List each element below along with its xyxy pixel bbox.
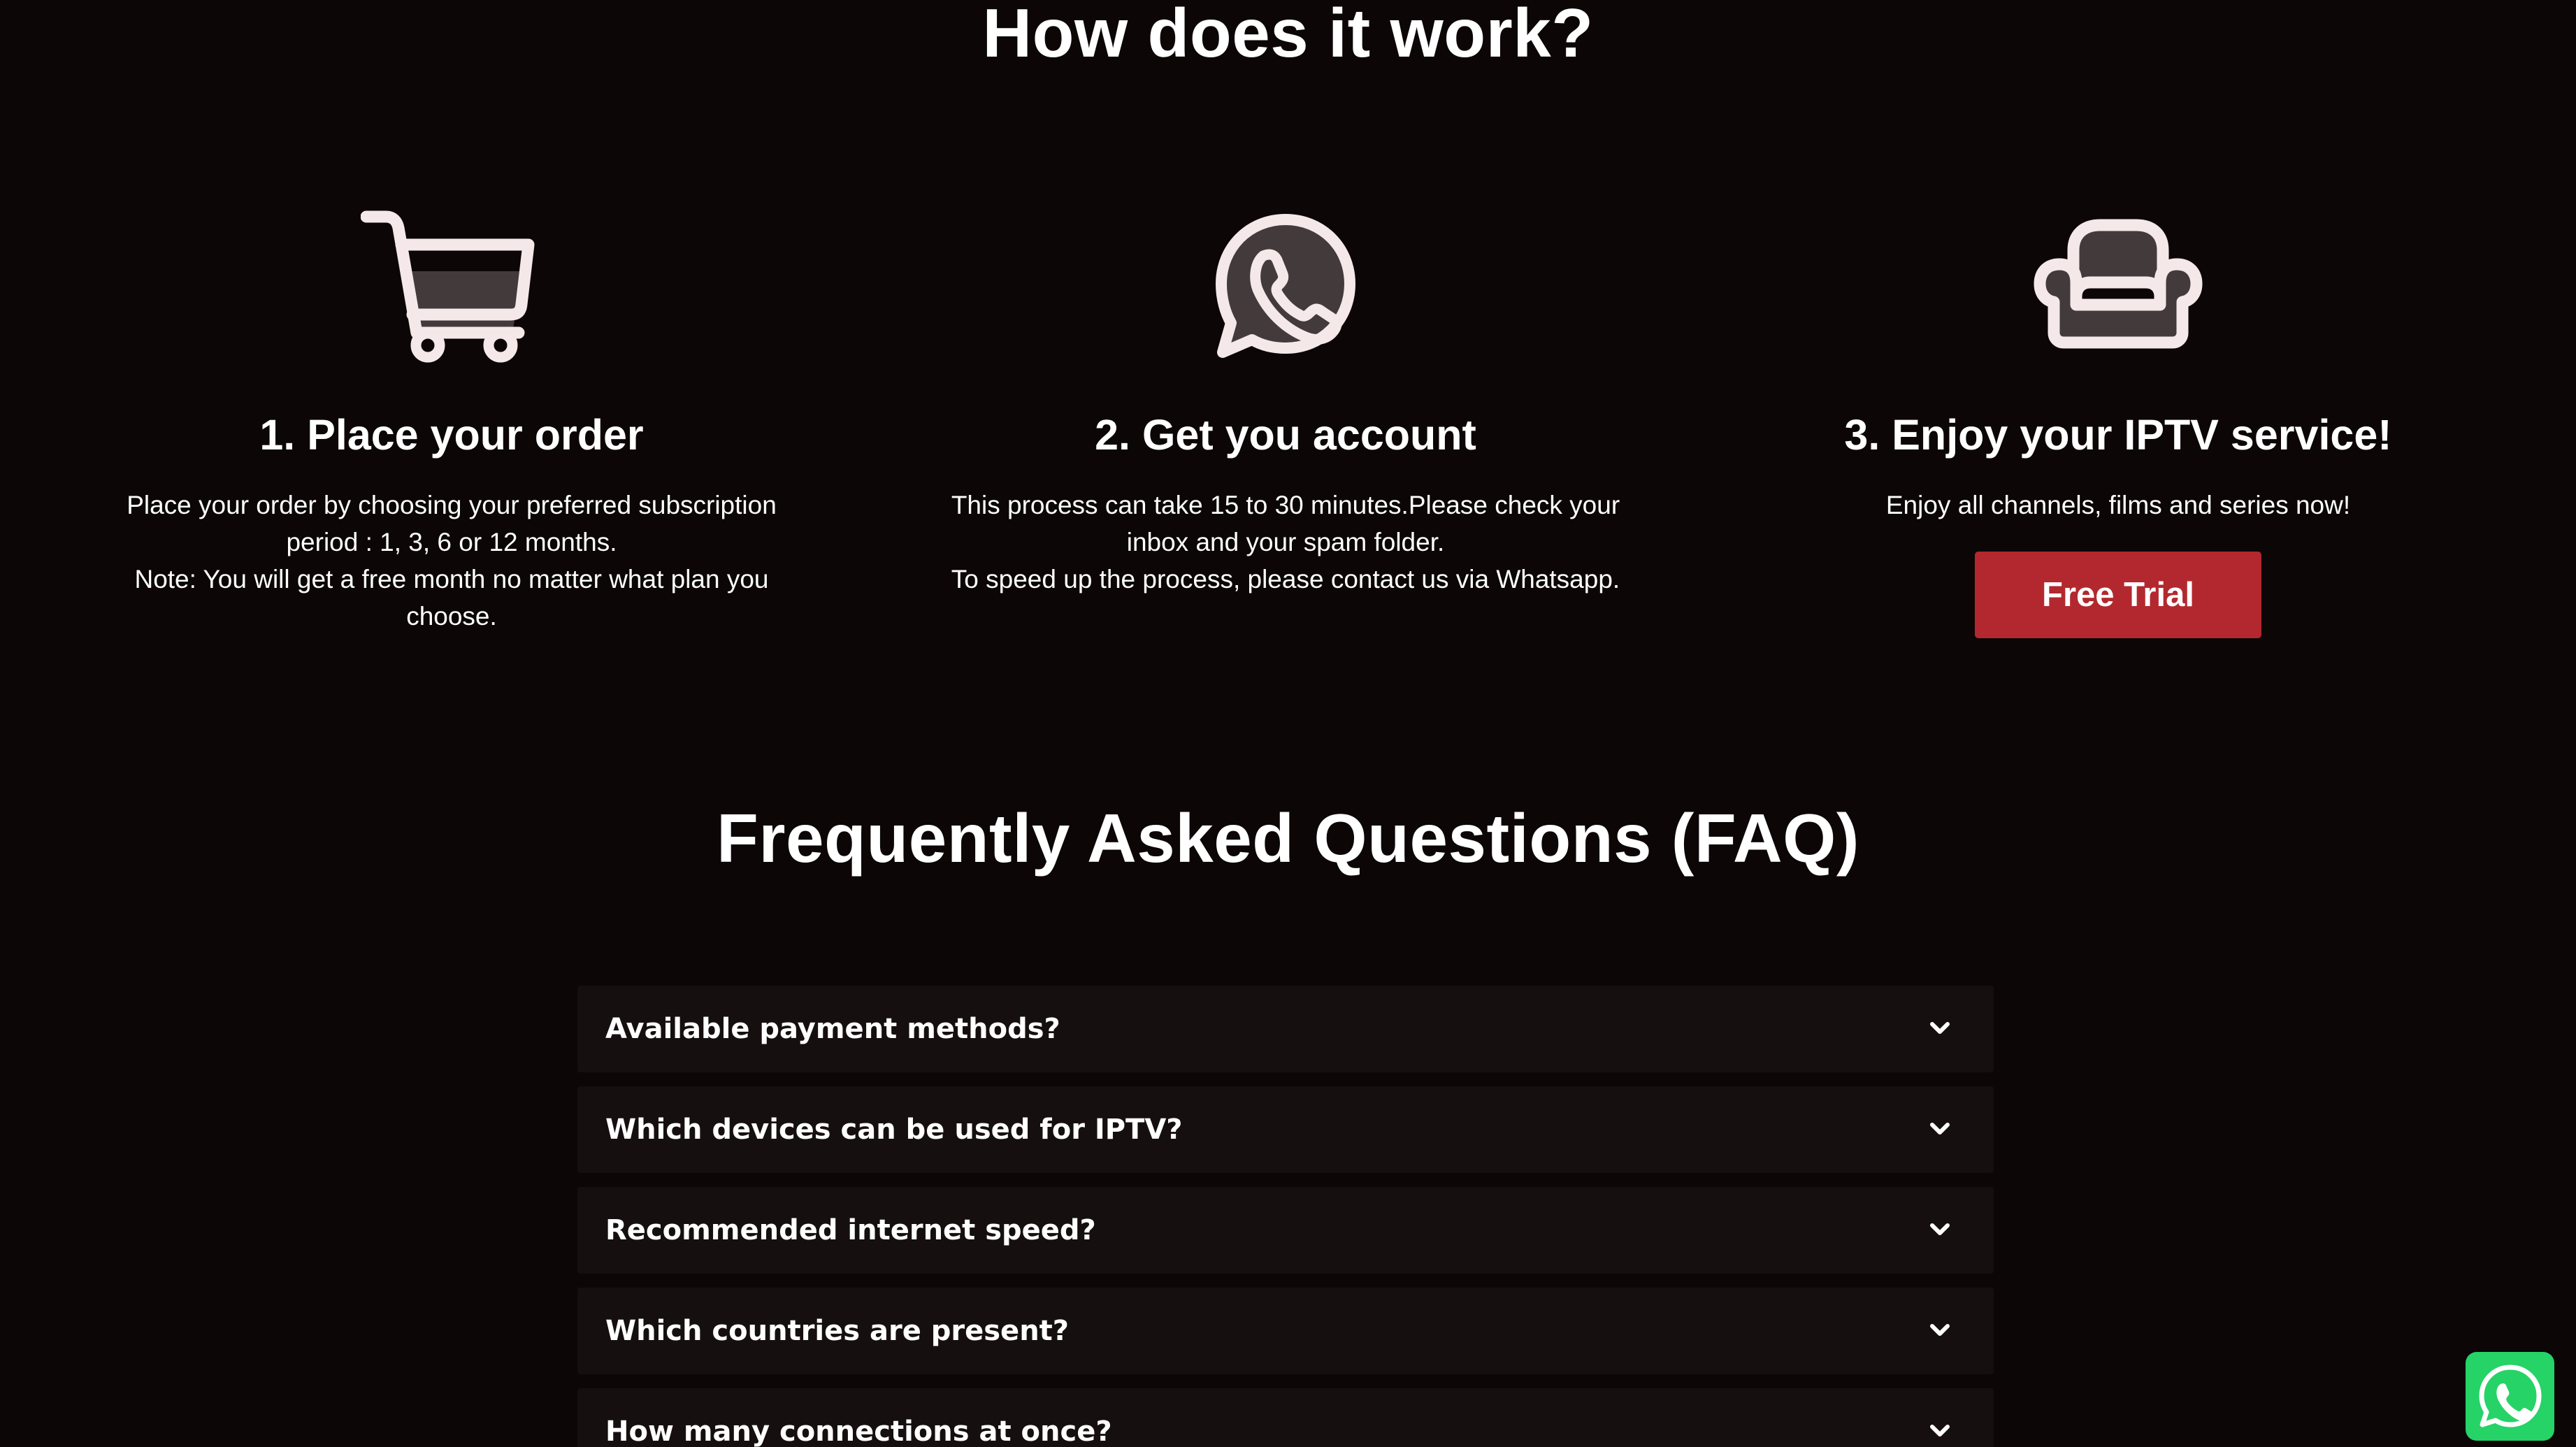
- step-text-line: This process can take 15 to 30 minutes.P…: [951, 491, 1620, 556]
- step-text-line: Place your order by choosing your prefer…: [127, 491, 777, 556]
- step-place-order: 1. Place your order Place your order by …: [102, 210, 801, 635]
- faq-question: Available payment methods?: [605, 1013, 1060, 1045]
- step-title: 2. Get you account: [1095, 411, 1476, 459]
- faq-question: Which devices can be used for IPTV?: [605, 1114, 1183, 1146]
- step-text-line: Enjoy all channels, films and series now…: [1885, 491, 2351, 519]
- faq-question: How many connections at once?: [605, 1416, 1112, 1447]
- whatsapp-chat-button[interactable]: [2466, 1352, 2554, 1441]
- steps-row: 1. Place your order Place your order by …: [0, 210, 2576, 671]
- armchair-icon: [2034, 219, 2203, 349]
- step-description: Place your order by choosing your prefer…: [109, 487, 794, 635]
- free-trial-button[interactable]: Free Trial: [1975, 552, 2261, 638]
- step-text-line: To speed up the process, please contact …: [951, 565, 1620, 593]
- faq-item[interactable]: Which devices can be used for IPTV?: [577, 1086, 1994, 1173]
- faq-item[interactable]: Available payment methods?: [577, 986, 1994, 1072]
- step-title: 3. Enjoy your IPTV service!: [1844, 411, 2392, 459]
- faq-title: Frequently Asked Questions (FAQ): [716, 800, 1860, 877]
- step-get-account: 2. Get you account This process can take…: [936, 210, 1635, 598]
- whatsapp-chat-icon: [2479, 1365, 2542, 1427]
- step-title: 1. Place your order: [259, 411, 644, 459]
- page: How does it work? 1. Place your order Pl…: [0, 0, 2576, 1447]
- whatsapp-icon: [1216, 214, 1355, 358]
- faq-accordion: Available payment methods? Which devices…: [577, 986, 1994, 1447]
- chevron-down-icon: [1930, 1123, 1950, 1135]
- faq-item[interactable]: Which countries are present?: [577, 1288, 1994, 1374]
- faq-question: Which countries are present?: [605, 1315, 1069, 1347]
- step-description: This process can take 15 to 30 minutes.P…: [943, 487, 1628, 598]
- faq-item[interactable]: How many connections at once?: [577, 1388, 1994, 1447]
- shopping-cart-icon: [361, 210, 535, 363]
- chevron-down-icon: [1930, 1425, 1950, 1437]
- faq-question: Recommended internet speed?: [605, 1214, 1096, 1246]
- chevron-down-icon: [1930, 1324, 1950, 1336]
- chevron-down-icon: [1930, 1223, 1950, 1235]
- how-it-works-title: How does it work?: [982, 0, 1594, 71]
- step-description: Enjoy all channels, films and series now…: [1776, 487, 2461, 524]
- step-enjoy-service: 3. Enjoy your IPTV service! Enjoy all ch…: [1769, 210, 2468, 638]
- faq-item[interactable]: Recommended internet speed?: [577, 1187, 1994, 1274]
- step-text-line: Note: You will get a free month no matte…: [134, 565, 769, 631]
- chevron-down-icon: [1930, 1022, 1950, 1034]
